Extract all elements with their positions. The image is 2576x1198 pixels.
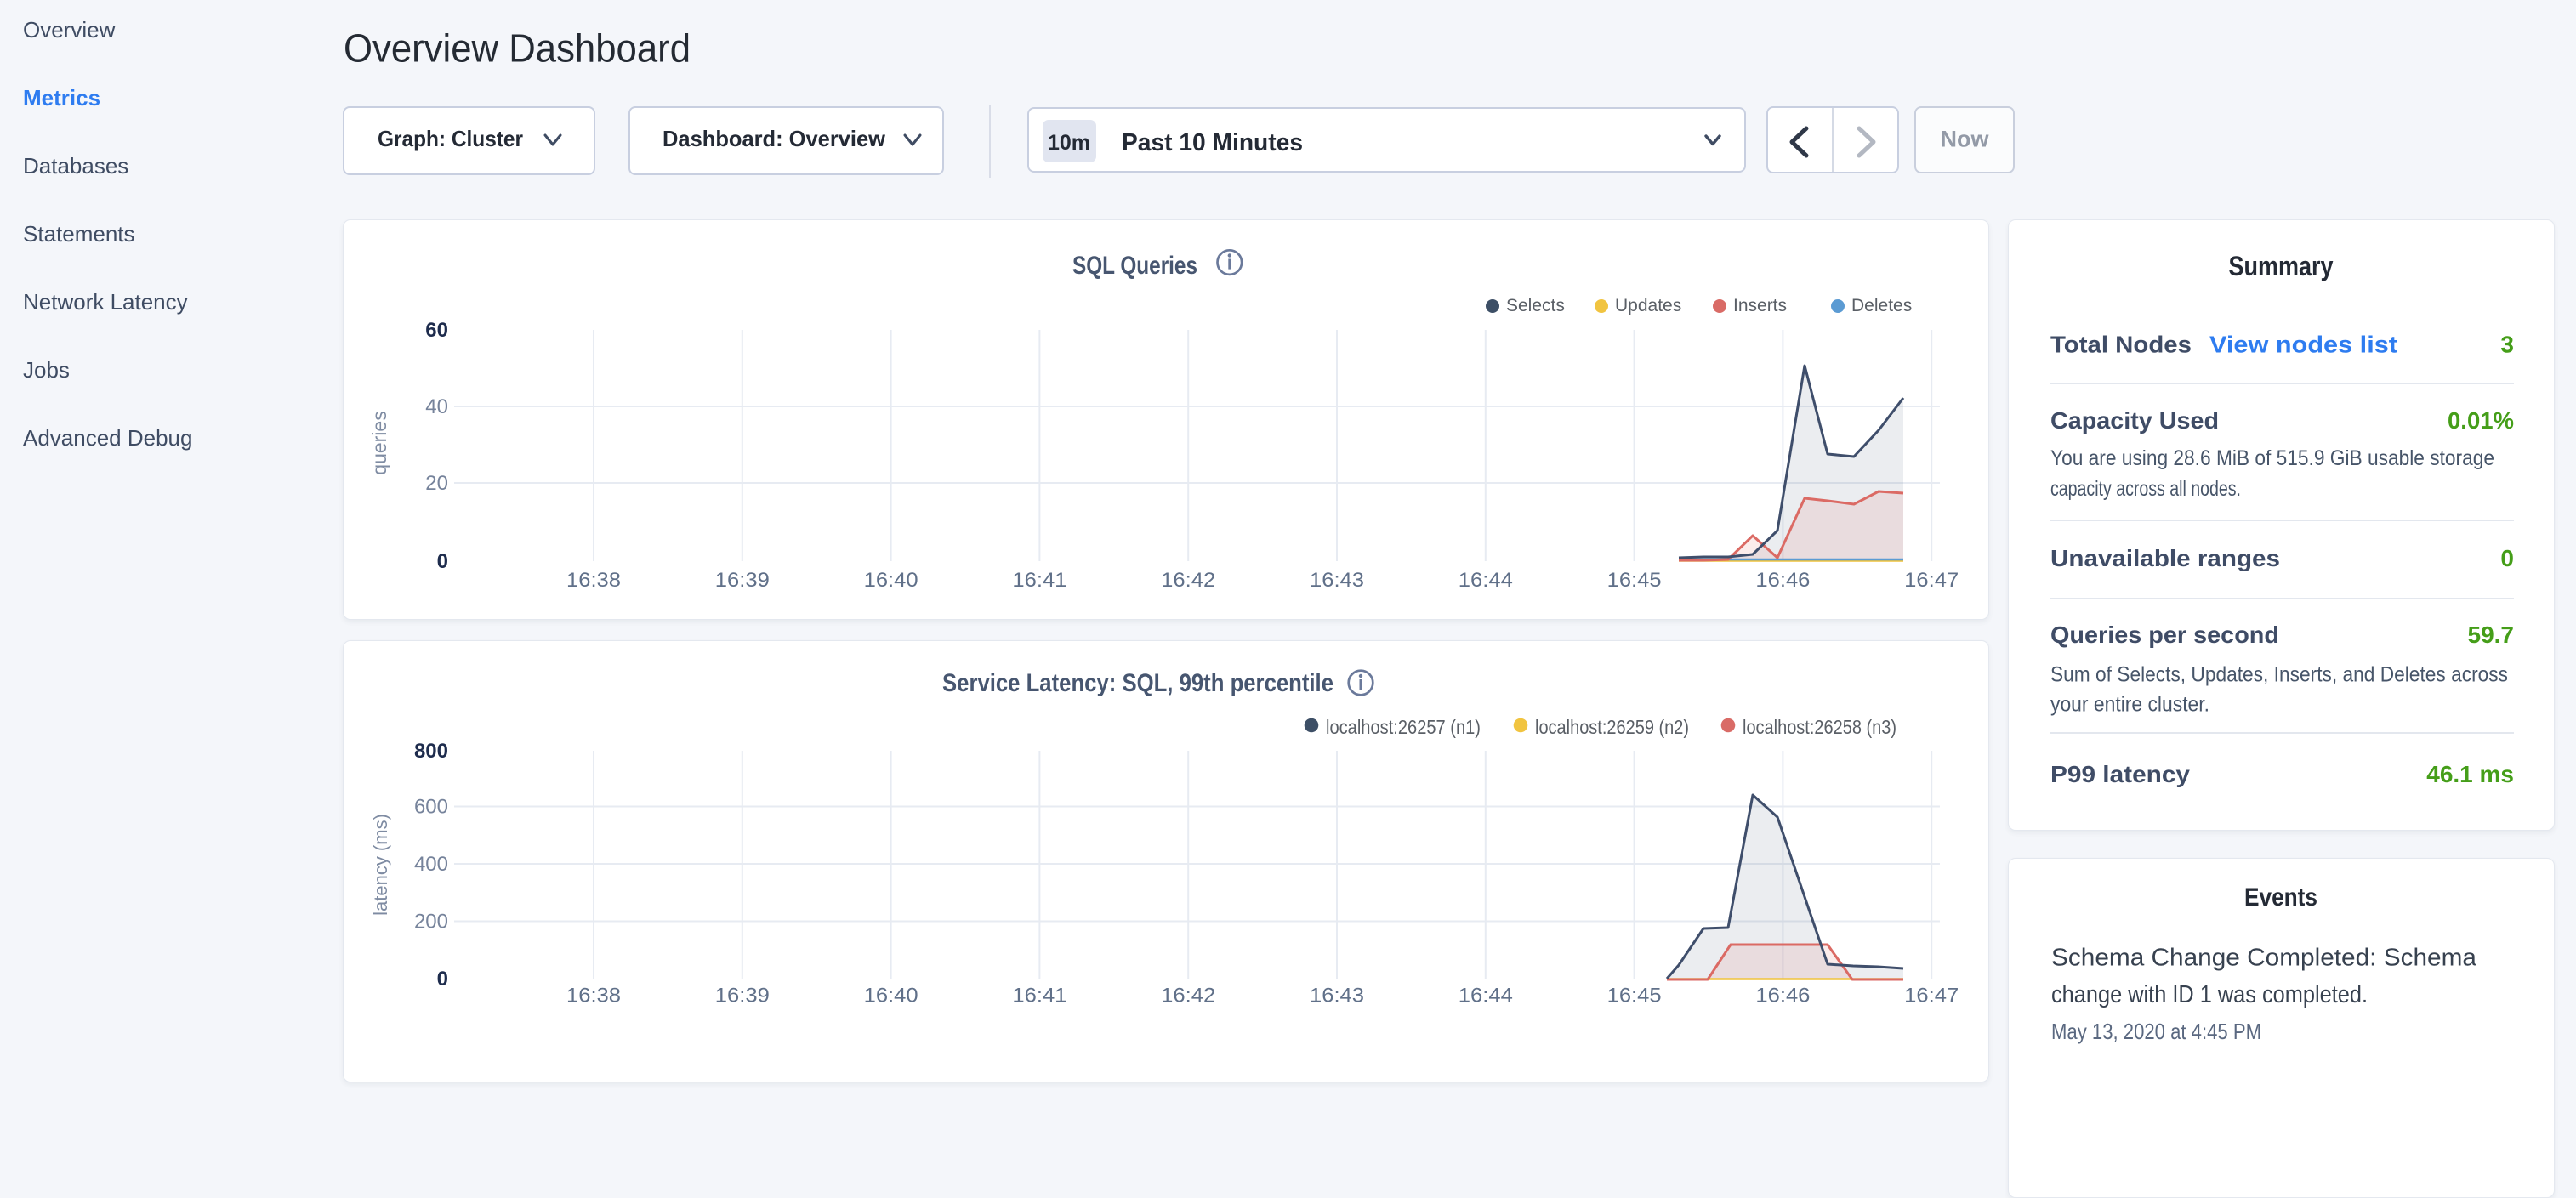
svg-text:16:38: 16:38 — [566, 985, 621, 1008]
svg-text:600: 600 — [414, 796, 448, 819]
svg-text:latency (ms): latency (ms) — [370, 814, 391, 916]
svg-text:Past 10 Minutes: Past 10 Minutes — [1122, 129, 1303, 156]
svg-text:View nodes list: View nodes list — [2209, 332, 2397, 358]
svg-text:16:47: 16:47 — [1904, 985, 1959, 1008]
svg-text:Now: Now — [1941, 127, 1990, 152]
svg-text:Updates: Updates — [1615, 296, 1681, 315]
svg-text:16:40: 16:40 — [864, 569, 918, 592]
svg-text:59.7: 59.7 — [2468, 622, 2515, 648]
svg-text:Advanced Debug: Advanced Debug — [23, 425, 192, 451]
svg-text:localhost:26257 (n1): localhost:26257 (n1) — [1326, 716, 1481, 738]
svg-text:May 13, 2020 at 4:45 PM: May 13, 2020 at 4:45 PM — [2051, 1019, 2261, 1044]
svg-text:16:46: 16:46 — [1755, 985, 1810, 1008]
svg-text:16:41: 16:41 — [1012, 569, 1066, 592]
svg-text:Selects: Selects — [1506, 296, 1565, 315]
svg-text:Jobs: Jobs — [23, 357, 70, 383]
svg-text:0: 0 — [2500, 545, 2514, 571]
svg-text:change with ID 1 was completed: change with ID 1 was completed. — [2051, 981, 2368, 1008]
svg-text:16:45: 16:45 — [1607, 569, 1662, 592]
svg-text:capacity across all nodes.: capacity across all nodes. — [2050, 477, 2241, 501]
svg-text:400: 400 — [414, 853, 448, 876]
svg-text:46.1 ms: 46.1 ms — [2426, 761, 2514, 787]
svg-text:0.01%: 0.01% — [2448, 407, 2514, 434]
svg-text:16:41: 16:41 — [1012, 985, 1066, 1008]
svg-text:You are using 28.6 MiB of 515.: You are using 28.6 MiB of 515.9 GiB usab… — [2050, 446, 2494, 470]
svg-text:16:42: 16:42 — [1161, 569, 1215, 592]
svg-text:Total Nodes: Total Nodes — [2050, 332, 2192, 358]
svg-text:16:44: 16:44 — [1459, 569, 1513, 592]
svg-text:200: 200 — [414, 911, 448, 934]
svg-text:Queries per second: Queries per second — [2050, 622, 2279, 648]
svg-text:localhost:26259 (n2): localhost:26259 (n2) — [1535, 716, 1689, 738]
svg-text:0: 0 — [437, 550, 448, 573]
svg-text:Service Latency: SQL, 99th per: Service Latency: SQL, 99th percentile — [942, 669, 1333, 697]
svg-text:16:43: 16:43 — [1310, 569, 1364, 592]
svg-text:Dashboard: Overview: Dashboard: Overview — [662, 126, 886, 151]
svg-text:16:42: 16:42 — [1161, 985, 1215, 1008]
svg-text:Network Latency: Network Latency — [23, 289, 188, 315]
svg-text:Inserts: Inserts — [1733, 296, 1787, 315]
svg-text:16:45: 16:45 — [1607, 985, 1662, 1008]
svg-text:16:46: 16:46 — [1755, 569, 1810, 592]
svg-text:queries: queries — [368, 411, 390, 474]
svg-text:Events: Events — [2244, 883, 2317, 911]
svg-text:10m: 10m — [1048, 131, 1090, 155]
svg-text:16:44: 16:44 — [1459, 985, 1513, 1008]
svg-text:Sum of Selects, Updates, Inser: Sum of Selects, Updates, Inserts, and De… — [2050, 663, 2508, 687]
svg-text:Capacity Used: Capacity Used — [2050, 407, 2219, 434]
svg-text:Overview: Overview — [23, 17, 116, 43]
svg-text:16:38: 16:38 — [566, 569, 621, 592]
svg-text:16:43: 16:43 — [1310, 985, 1364, 1008]
svg-text:Metrics: Metrics — [23, 85, 100, 111]
svg-text:16:40: 16:40 — [864, 985, 918, 1008]
svg-text:16:39: 16:39 — [715, 569, 770, 592]
svg-text:20: 20 — [425, 472, 448, 495]
svg-text:SQL Queries: SQL Queries — [1072, 252, 1197, 280]
svg-text:Graph: Cluster: Graph: Cluster — [378, 126, 523, 151]
svg-text:16:47: 16:47 — [1904, 569, 1959, 592]
svg-text:800: 800 — [414, 740, 448, 763]
svg-text:Schema Change Completed: Schem: Schema Change Completed: Schema — [2051, 945, 2477, 972]
svg-text:60: 60 — [425, 319, 448, 342]
svg-text:your entire cluster.: your entire cluster. — [2050, 693, 2209, 717]
svg-text:Deletes: Deletes — [1851, 296, 1912, 315]
svg-text:Statements: Statements — [23, 221, 135, 247]
svg-text:40: 40 — [425, 395, 448, 418]
svg-text:Unavailable ranges: Unavailable ranges — [2050, 545, 2280, 571]
svg-text:3: 3 — [2500, 332, 2514, 358]
svg-text:16:39: 16:39 — [715, 985, 770, 1008]
svg-text:Summary: Summary — [2229, 251, 2334, 281]
svg-text:Overview Dashboard: Overview Dashboard — [344, 26, 691, 71]
svg-text:localhost:26258 (n3): localhost:26258 (n3) — [1743, 716, 1896, 738]
svg-text:P99 latency: P99 latency — [2050, 761, 2190, 787]
svg-text:0: 0 — [437, 968, 448, 991]
svg-text:Databases: Databases — [23, 153, 128, 179]
